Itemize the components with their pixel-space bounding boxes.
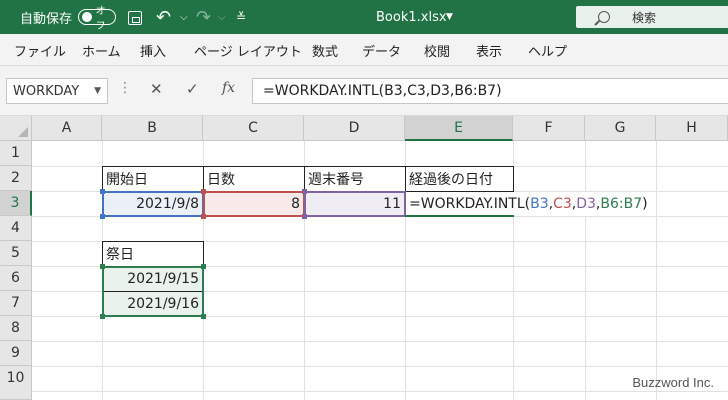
document-title[interactable]: Book1.xlsx xyxy=(376,0,447,34)
worksheet-grid[interactable]: A B C D E F G H 1 2 3 4 5 6 7 8 9 10 開始日… xyxy=(0,116,728,400)
row-header-1[interactable]: 1 xyxy=(0,141,32,166)
tab-insert[interactable]: 挿入 xyxy=(140,34,166,66)
column-header-g[interactable]: G xyxy=(585,116,656,141)
autosave-state: オフ xyxy=(95,6,106,32)
cancel-icon[interactable]: ✕ xyxy=(150,80,163,98)
ribbon-tabs: ファイル ホーム 挿入 ページ レイアウト 数式 データ 校閲 表示 ヘルプ xyxy=(0,34,728,66)
tab-page-layout[interactable]: ページ レイアウト xyxy=(194,34,302,66)
gridline xyxy=(585,141,586,400)
tab-formulas[interactable]: 数式 xyxy=(312,34,338,66)
cell-b7[interactable]: 2021/9/16 xyxy=(102,291,202,316)
active-cell-underline xyxy=(405,215,514,217)
ref-handle[interactable] xyxy=(201,214,206,219)
column-header-a[interactable]: A xyxy=(32,116,102,141)
tab-view[interactable]: 表示 xyxy=(476,34,502,66)
ref-handle[interactable] xyxy=(201,314,206,319)
row-header-10[interactable]: 10 xyxy=(0,366,32,400)
autosave-label: 自動保存 xyxy=(20,11,73,27)
name-box-value: WORKDAY xyxy=(13,83,80,99)
ref-handle[interactable] xyxy=(100,189,105,194)
column-header-c[interactable]: C xyxy=(203,116,304,141)
cell-c2[interactable]: 日数 xyxy=(203,166,305,192)
formula-arg-b6-b7: B6:B7 xyxy=(600,196,643,212)
column-header-d[interactable]: D xyxy=(304,116,405,141)
tab-data[interactable]: データ xyxy=(362,34,401,66)
column-header-h[interactable]: H xyxy=(656,116,728,141)
column-header-f[interactable]: F xyxy=(513,116,585,141)
tab-home[interactable]: ホーム xyxy=(82,34,121,66)
cell-b3[interactable]: 2021/9/8 xyxy=(102,191,202,217)
insert-function-icon[interactable]: fx xyxy=(222,80,235,96)
cell-c3[interactable]: 8 xyxy=(203,191,303,217)
formula-arg-c3: C3 xyxy=(553,196,572,212)
ref-handle[interactable] xyxy=(302,214,307,219)
title-bar: 自動保存 オフ ↶ ⌵ ↷ ⌵ ≚ Book1.xlsx ▼ 検索 xyxy=(0,0,728,34)
ref-handle[interactable] xyxy=(201,189,206,194)
redo-dropdown-icon[interactable]: ⌵ xyxy=(218,0,226,34)
cell-d2[interactable]: 週末番号 xyxy=(304,166,406,192)
watermark: Buzzword Inc. xyxy=(632,375,714,390)
cell-d3[interactable]: 11 xyxy=(304,191,404,217)
undo-dropdown-icon[interactable]: ⌵ xyxy=(180,0,188,34)
column-header-e[interactable]: E xyxy=(405,116,513,141)
gridline xyxy=(32,391,728,392)
title-dropdown-icon[interactable]: ▼ xyxy=(446,0,453,34)
row-header-7[interactable]: 7 xyxy=(0,291,32,316)
row-header-4[interactable]: 4 xyxy=(0,216,32,241)
formula-bar: WORKDAY ▼ ⋮ ✕ ✓ fx =WORKDAY.INTL(B3,C3,D… xyxy=(0,66,728,116)
select-all-button[interactable] xyxy=(0,116,32,141)
name-box[interactable]: WORKDAY ▼ xyxy=(6,78,108,104)
formula-arg-b3: B3 xyxy=(530,196,549,212)
cell-e3-editor[interactable]: =WORKDAY.INTL(B3, C3, D3, B6:B7) xyxy=(406,192,656,216)
formula-prefix: =WORKDAY.INTL( xyxy=(409,196,531,212)
row-header-9[interactable]: 9 xyxy=(0,341,32,366)
ref-handle[interactable] xyxy=(100,314,105,319)
search-placeholder: 検索 xyxy=(632,10,657,25)
tab-file[interactable]: ファイル xyxy=(14,34,66,66)
autosave-toggle[interactable]: オフ xyxy=(78,6,116,32)
customize-qat-icon[interactable]: ≚ xyxy=(236,0,246,34)
gridline xyxy=(32,366,728,367)
enter-check-icon[interactable]: ✓ xyxy=(186,80,199,98)
search-box[interactable]: 検索 xyxy=(576,6,728,28)
formula-suffix: ) xyxy=(642,196,648,212)
ref-handle[interactable] xyxy=(100,264,105,269)
gridline xyxy=(656,141,657,400)
tab-review[interactable]: 校閲 xyxy=(424,34,450,66)
row-header-5[interactable]: 5 xyxy=(0,241,32,266)
ref-handle[interactable] xyxy=(302,189,307,194)
row-header-2[interactable]: 2 xyxy=(0,166,32,191)
chevron-down-icon[interactable]: ▼ xyxy=(94,86,101,96)
cell-b6[interactable]: 2021/9/15 xyxy=(102,266,202,291)
tab-help[interactable]: ヘルプ xyxy=(528,34,567,66)
ref-handle[interactable] xyxy=(100,214,105,219)
search-icon xyxy=(598,11,610,23)
cell-e2[interactable]: 経過後の日付 xyxy=(405,166,514,192)
undo-icon[interactable]: ↶ xyxy=(156,0,171,34)
save-icon[interactable] xyxy=(128,11,142,25)
row-header-3[interactable]: 3 xyxy=(0,191,32,216)
gridline xyxy=(32,341,728,342)
redo-icon[interactable]: ↷ xyxy=(196,0,211,34)
column-header-b[interactable]: B xyxy=(102,116,203,141)
ref-handle[interactable] xyxy=(201,264,206,269)
cell-b5[interactable]: 祭日 xyxy=(102,241,204,267)
toggle-knob xyxy=(82,12,92,22)
formula-arg-d3: D3 xyxy=(576,196,596,212)
formula-input[interactable]: =WORKDAY.INTL(B3,C3,D3,B6:B7) xyxy=(252,78,728,104)
drag-handle-icon[interactable]: ⋮ xyxy=(118,80,132,96)
row-header-6[interactable]: 6 xyxy=(0,266,32,291)
cell-b2[interactable]: 開始日 xyxy=(102,166,204,192)
row-header-8[interactable]: 8 xyxy=(0,316,32,341)
